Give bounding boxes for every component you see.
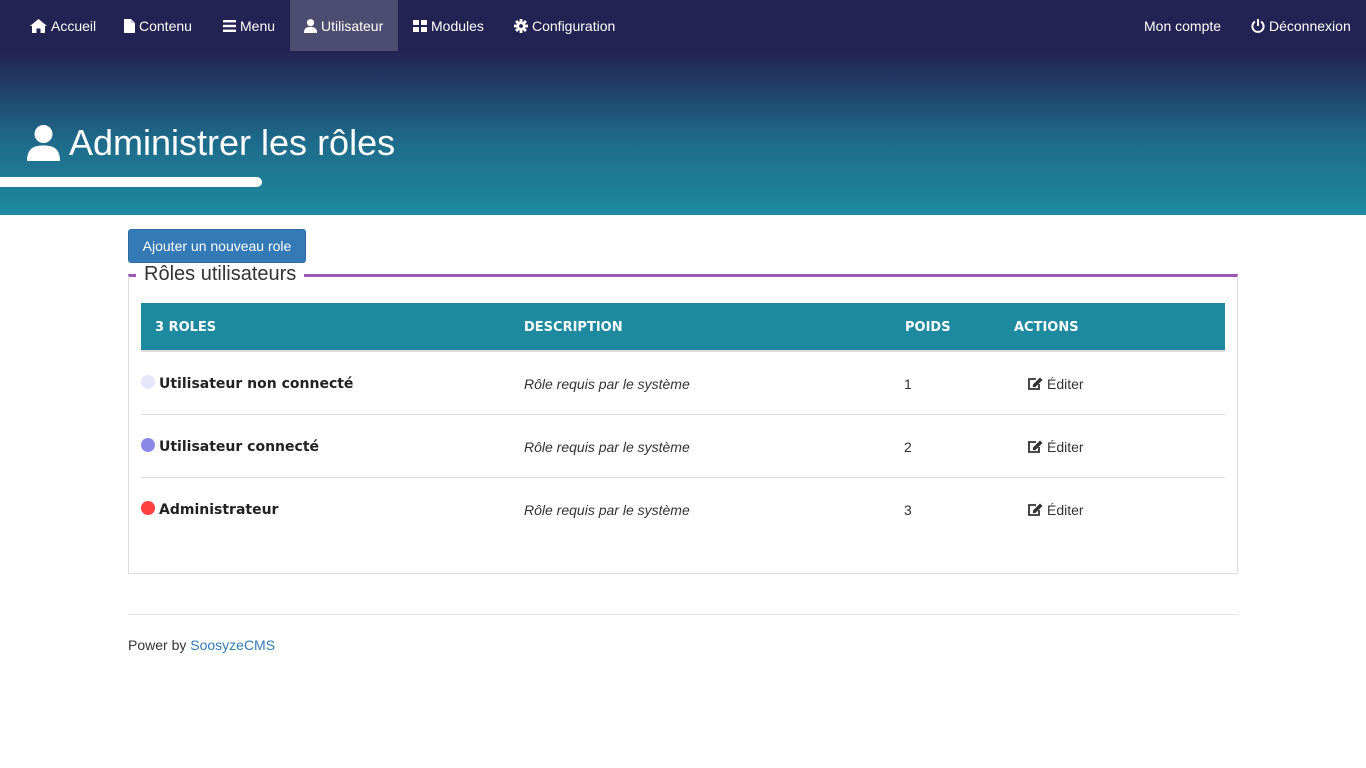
role-name: Administrateur	[159, 501, 279, 518]
nav-label: Accueil	[51, 17, 97, 34]
nav-item-modules[interactable]: Modules	[413, 0, 484, 51]
column-header-actions: Actions	[1014, 320, 1079, 335]
nav-label: Menu	[240, 17, 276, 34]
file-icon	[124, 18, 135, 33]
nav-label: Déconnexion	[1269, 17, 1351, 34]
role-weight: 3	[904, 501, 912, 518]
footer-text: Power by	[128, 637, 187, 653]
home-icon	[30, 18, 47, 33]
user-icon	[27, 125, 60, 161]
table-row: Utilisateur non connecté Rôle requis par…	[141, 352, 1225, 415]
role-color-dot	[141, 500, 155, 515]
role-name: Utilisateur non connecté	[159, 375, 354, 392]
grid-icon	[413, 19, 427, 32]
table-row: Utilisateur connecté Rôle requis par le …	[141, 415, 1225, 478]
edit-icon	[1028, 440, 1043, 453]
role-color-dot	[141, 374, 155, 389]
edit-role-link[interactable]: Éditer	[1027, 352, 1084, 415]
role-weight: 1	[904, 375, 912, 392]
add-role-button[interactable]: Ajouter un nouveau role	[128, 229, 306, 263]
edit-icon	[1028, 377, 1043, 390]
bars-icon	[223, 19, 236, 32]
page-header: Accueil Contenu Menu Utilisateur Modules	[0, 0, 1366, 215]
nav-label: Configuration	[532, 17, 616, 34]
footer: Power by SoosyzeCMS	[128, 637, 275, 653]
role-cell: Administrateur	[141, 478, 278, 541]
edit-icon	[1028, 503, 1043, 516]
edit-role-link[interactable]: Éditer	[1027, 415, 1084, 478]
edit-role-link[interactable]: Éditer	[1027, 478, 1084, 541]
nav-label: Contenu	[139, 17, 192, 34]
edit-label: Éditer	[1047, 438, 1084, 455]
role-color-dot	[141, 437, 155, 452]
role-name: Utilisateur connecté	[159, 438, 320, 455]
table-header: 3 roles Description Poids Actions	[141, 303, 1225, 352]
column-header-roles: 3 roles	[155, 320, 217, 335]
power-icon	[1251, 18, 1265, 33]
nav-label: Mon compte	[1144, 17, 1222, 34]
role-description: Rôle requis par le système	[524, 375, 690, 392]
footer-divider	[128, 614, 1238, 615]
role-weight: 2	[904, 438, 912, 455]
table-row: Administrateur Rôle requis par le systèm…	[141, 478, 1225, 541]
nav-item-accueil[interactable]: Accueil	[30, 0, 96, 51]
nav-item-configuration[interactable]: Configuration	[514, 0, 615, 51]
role-description: Rôle requis par le système	[524, 501, 690, 518]
edit-label: Éditer	[1047, 501, 1084, 518]
gear-icon	[514, 18, 528, 33]
nav-item-menu[interactable]: Menu	[223, 0, 275, 51]
nav-label: Utilisateur	[321, 17, 384, 34]
page-title: Administrer les rôles	[27, 122, 395, 164]
roles-table: 3 roles Description Poids Actions Utilis…	[141, 303, 1225, 541]
nav-item-utilisateur[interactable]: Utilisateur	[290, 0, 398, 51]
nav-item-mon-compte[interactable]: Mon compte	[1144, 0, 1221, 51]
nav-item-contenu[interactable]: Contenu	[124, 0, 192, 51]
column-header-poids: Poids	[905, 320, 951, 335]
role-cell: Utilisateur non connecté	[141, 352, 353, 415]
role-description: Rôle requis par le système	[524, 438, 690, 455]
user-icon	[304, 18, 317, 33]
roles-legend: Rôles utilisateurs	[136, 263, 305, 286]
edit-label: Éditer	[1047, 375, 1084, 392]
nav-item-deconnexion[interactable]: Déconnexion	[1251, 0, 1351, 51]
top-navbar: Accueil Contenu Menu Utilisateur Modules	[0, 0, 1366, 51]
title-underline	[0, 177, 262, 187]
page-title-text: Administrer les rôles	[69, 122, 396, 163]
column-header-description: Description	[524, 320, 623, 335]
soosyze-link[interactable]: SoosyzeCMS	[190, 637, 275, 653]
role-cell: Utilisateur connecté	[141, 415, 319, 478]
nav-label: Modules	[431, 17, 484, 34]
